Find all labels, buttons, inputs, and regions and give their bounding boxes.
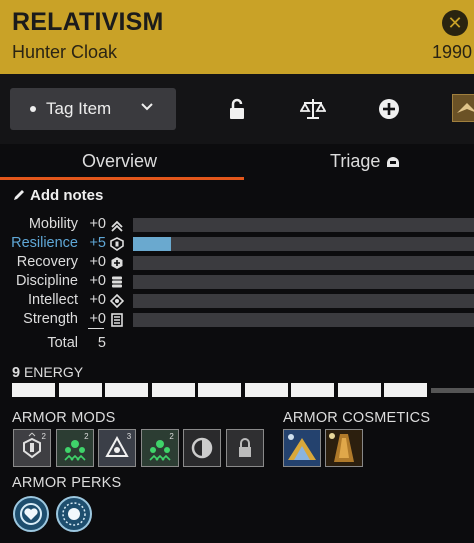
mod-energy-cost: 2 [41, 432, 46, 441]
energy-segment-filled [12, 383, 55, 397]
stat-name: Resilience [11, 235, 78, 251]
stat-value: +5 [89, 235, 106, 251]
mod-energy-cost: 2 [169, 432, 174, 441]
perk-sun-icon[interactable] [56, 496, 92, 532]
mobility-icon [110, 218, 124, 232]
total-divider [88, 328, 104, 329]
locked-socket-icon[interactable] [226, 429, 264, 467]
energy-segment-filled [105, 383, 148, 397]
add-notes-label: Add notes [30, 187, 104, 204]
energy-text: ENERGY [23, 364, 84, 380]
intellect-icon [109, 293, 125, 309]
active-tab-indicator [0, 177, 244, 180]
item-type: Hunter Cloak [12, 42, 118, 62]
stat-name: Intellect [28, 292, 78, 308]
stat-row-strength: Strength +0 [0, 311, 474, 330]
tab-triage-label: Triage [330, 151, 381, 171]
tab-triage[interactable]: Triage [330, 151, 401, 172]
stat-bar-fill [133, 237, 171, 251]
chevron-down-icon [140, 99, 154, 120]
shader-icon[interactable] [283, 429, 321, 467]
stat-total-label: Total [47, 335, 78, 351]
stat-row-mobility: Mobility +0 [0, 216, 474, 235]
resilience-mod-icon[interactable]: 2 [13, 429, 51, 467]
stat-value: +0 [89, 292, 106, 308]
stat-row-intellect: Intellect +0 [0, 292, 474, 311]
energy-segment-filled [151, 383, 195, 397]
tab-bar: Overview Triage [0, 144, 474, 180]
discipline-icon [110, 275, 124, 289]
tag-item-dropdown[interactable]: Tag Item [10, 88, 176, 130]
stat-name: Strength [23, 311, 78, 327]
energy-value: 9 [12, 365, 21, 381]
stat-value: +0 [89, 273, 106, 289]
stat-name: Mobility [28, 216, 78, 232]
tab-overview[interactable]: Overview [82, 151, 157, 172]
close-icon[interactable]: ✕ [442, 10, 468, 36]
energy-segment-filled [384, 383, 427, 397]
tag-dot-icon [30, 106, 36, 112]
mod-energy-cost: 2 [84, 432, 89, 441]
resilience-icon [110, 237, 124, 251]
recovery-icon [110, 256, 124, 270]
arc-mod-icon[interactable]: 3 [98, 429, 137, 467]
mod-energy-cost: 3 [126, 432, 132, 441]
energy-segment-filled [244, 383, 288, 397]
item-name: RELATIVISM [12, 8, 164, 36]
stat-value: +0 [89, 311, 106, 327]
add-circle-icon[interactable] [376, 96, 402, 122]
helmet-icon [387, 157, 400, 167]
energy-segment-empty [430, 388, 474, 393]
stat-row-recovery: Recovery +0 [0, 254, 474, 273]
recovery-mod-icon[interactable]: 2 [55, 429, 94, 467]
stat-value: +0 [89, 216, 106, 232]
recovery-mod-icon[interactable]: 2 [140, 429, 179, 467]
item-toolbar: Tag Item [0, 74, 474, 144]
energy-segment-filled [337, 383, 381, 397]
tag-item-label: Tag Item [46, 99, 112, 118]
stat-bar [133, 256, 474, 270]
stat-row-resilience: Resilience +5 [0, 235, 474, 254]
unlock-icon[interactable] [225, 96, 251, 122]
strength-icon [110, 313, 124, 327]
energy-segment-filled [291, 383, 334, 397]
stat-bar [133, 218, 474, 232]
pencil-icon [14, 190, 24, 200]
perk-heart-icon[interactable] [13, 496, 49, 532]
ghost-shell-icon[interactable] [452, 94, 474, 122]
stat-name: Recovery [16, 254, 78, 270]
stat-bar [133, 275, 474, 289]
stat-total-value: 5 [97, 335, 106, 351]
armor-perks-label: ARMOR PERKS [12, 475, 122, 491]
stat-bar [133, 313, 474, 327]
stat-value: +0 [89, 254, 106, 270]
empty-socket-icon[interactable] [183, 429, 222, 467]
energy-label: 9 ENERGY [12, 364, 83, 381]
energy-segment-filled [58, 383, 102, 397]
stat-name: Discipline [15, 273, 78, 289]
item-power: 1990 [431, 42, 472, 62]
stat-bar [133, 237, 474, 251]
armor-mods-label: ARMOR MODS [12, 410, 116, 426]
compare-scale-icon[interactable] [299, 96, 327, 122]
stat-row-discipline: Discipline +0 [0, 273, 474, 292]
stat-bar [133, 294, 474, 308]
item-header: RELATIVISM Hunter Cloak 1990 ✕ [0, 0, 474, 74]
energy-segment-filled [198, 383, 241, 397]
armor-cosmetics-label: ARMOR COSMETICS [283, 410, 431, 426]
add-notes-button[interactable]: Add notes [12, 187, 103, 204]
ornament-icon[interactable] [325, 429, 363, 467]
